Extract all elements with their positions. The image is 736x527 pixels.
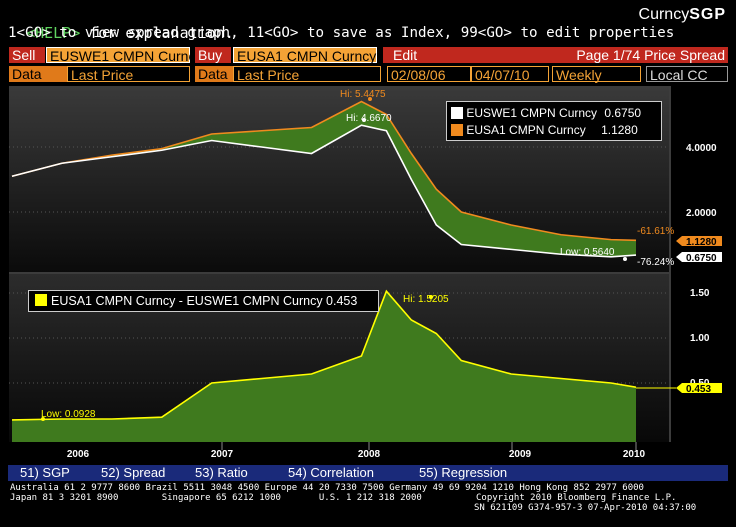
pct-white: -76.24% bbox=[637, 257, 674, 268]
x-label-2006: 2006 bbox=[67, 449, 90, 460]
legend-spread-text: EUSA1 CMPN Curncy - EUSWE1 CMPN Curncy 0… bbox=[51, 294, 358, 308]
data-field-1[interactable]: Last Price bbox=[67, 66, 190, 83]
x-label-2008: 2008 bbox=[358, 449, 381, 460]
legend-name-orange: EUSA1 CMPN Curncy bbox=[466, 123, 586, 137]
svg-text:0.453: 0.453 bbox=[686, 384, 711, 395]
footer-serial: SN 621109 G374-957-3 07-Apr-2010 04:37:0… bbox=[474, 503, 697, 513]
upper-legend: EUSWE1 CMPN Curncy 0.6750 EUSA1 CMPN Cur… bbox=[446, 101, 662, 141]
data-field-2[interactable]: Last Price bbox=[233, 66, 381, 83]
y-tick-4: 4.0000 bbox=[686, 143, 717, 154]
legend-name-white: EUSWE1 CMPN Curncy bbox=[466, 106, 598, 120]
page-info: Page 1/74 Price Spread bbox=[433, 47, 728, 63]
function-brand: CurncySGP bbox=[639, 6, 726, 24]
end-date-input[interactable]: 04/07/10 bbox=[471, 66, 549, 83]
last-value-spread: 0.453 bbox=[676, 383, 722, 395]
footer-contacts-2: Japan 81 3 3201 8900 Singapore 65 6212 1… bbox=[10, 493, 677, 503]
nav-sgp[interactable]: 51) SGP bbox=[20, 465, 70, 481]
legend-item-white: EUSWE1 CMPN Curncy 0.6750 bbox=[451, 105, 641, 121]
x-label-2007: 2007 bbox=[211, 449, 234, 460]
y-tick-1-00: 1.00 bbox=[690, 333, 710, 344]
sell-label: Sell bbox=[9, 47, 45, 63]
data-label-2: Data bbox=[195, 66, 233, 82]
legend-swatch-spread bbox=[35, 294, 47, 306]
brand-code: SGP bbox=[689, 6, 726, 23]
pct-orange: -61.61% bbox=[637, 226, 674, 237]
legend-last-orange: 1.1280 bbox=[601, 123, 638, 137]
x-label-2010: 2010 bbox=[623, 449, 646, 460]
low-spread-annotation: Low: 0.0928 bbox=[41, 409, 96, 420]
buy-ticker-input[interactable]: EUSA1 CMPN Curncy bbox=[233, 47, 377, 64]
lower-legend: EUSA1 CMPN Curncy - EUSWE1 CMPN Curncy 0… bbox=[28, 290, 379, 312]
nav-spread[interactable]: 52) Spread bbox=[101, 465, 165, 481]
legend-item-orange: EUSA1 CMPN Curncy 1.1280 bbox=[451, 122, 638, 138]
x-label-2009: 2009 bbox=[509, 449, 532, 460]
low-white-annotation: Low: 0.5640 bbox=[560, 247, 615, 258]
y-tick-1-50: 1.50 bbox=[690, 288, 710, 299]
svg-text:1.1280: 1.1280 bbox=[686, 237, 717, 248]
hi-orange-annotation: Hi: 5.4475 bbox=[340, 89, 386, 100]
legend-last-white: 0.6750 bbox=[604, 106, 642, 120]
y-tick-2: 2.0000 bbox=[686, 208, 717, 219]
sell-ticker-input[interactable]: EUSWE1 CMPN Curncy bbox=[46, 47, 202, 64]
legend-swatch-orange bbox=[451, 124, 463, 136]
instruction-line: 1<GO> to view spread graph, 11<GO> to sa… bbox=[8, 25, 675, 41]
nav-ratio[interactable]: 53) Ratio bbox=[195, 465, 248, 481]
hi-spread-annotation: Hi: 1.5205 bbox=[403, 294, 449, 305]
legend-swatch-white bbox=[451, 107, 463, 119]
footer-contacts-1: Australia 61 2 9777 8600 Brazil 5511 304… bbox=[10, 483, 644, 493]
data-label-1: Data bbox=[9, 66, 67, 82]
nav-correlation[interactable]: 54) Correlation bbox=[288, 465, 374, 481]
buy-label: Buy bbox=[195, 47, 231, 63]
currency-select[interactable]: Local CC bbox=[646, 66, 728, 83]
period-select[interactable]: Weekly bbox=[552, 66, 641, 83]
nav-regression[interactable]: 55) Regression bbox=[419, 465, 507, 481]
hi-white-annotation: Hi: 4.6670 bbox=[346, 113, 392, 124]
last-value-white: 0.6750 bbox=[676, 252, 722, 264]
svg-text:0.6750: 0.6750 bbox=[686, 253, 717, 264]
brand-prefix: Curncy bbox=[638, 6, 690, 23]
edit-button[interactable]: Edit bbox=[383, 47, 433, 63]
start-date-input[interactable]: 02/08/06 bbox=[387, 66, 471, 83]
last-value-orange: 1.1280 bbox=[676, 236, 722, 248]
function-nav-bar: 51) SGP 52) Spread 53) Ratio 54) Correla… bbox=[8, 465, 728, 481]
